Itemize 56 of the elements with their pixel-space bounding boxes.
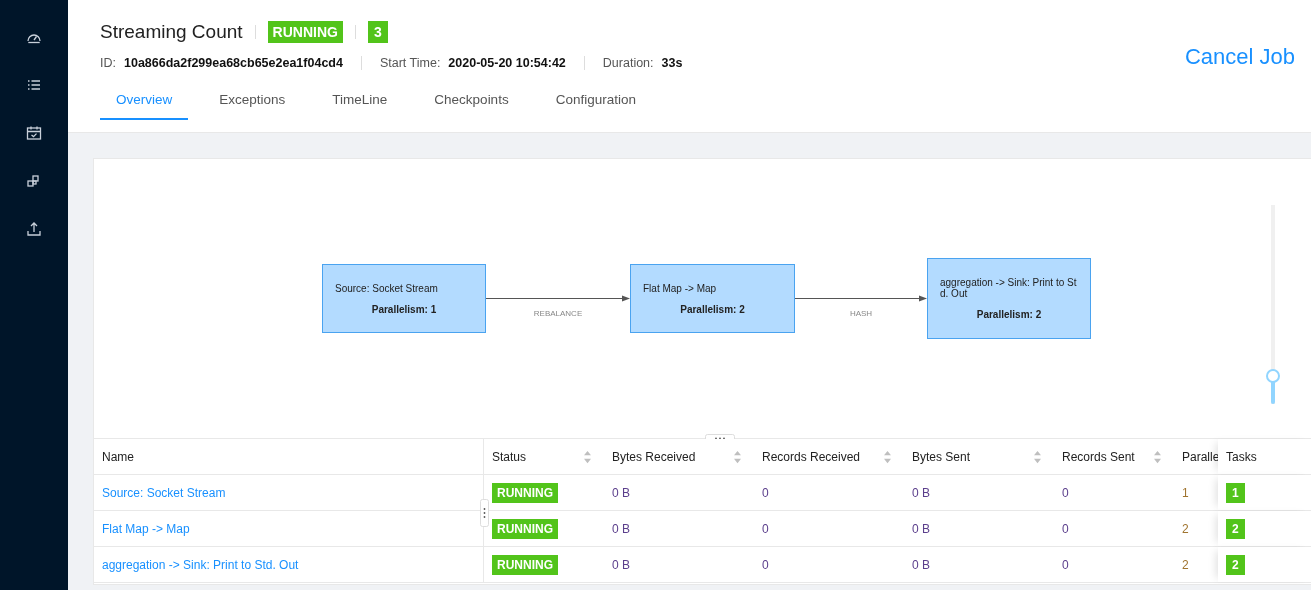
task-count-badge: 2 bbox=[1226, 554, 1245, 575]
status-badge: RUNNING bbox=[267, 21, 343, 43]
column-header[interactable]: Tasks bbox=[1218, 439, 1311, 474]
status-badge: RUNNING bbox=[492, 518, 558, 539]
job-title: Streaming Count bbox=[100, 21, 243, 43]
sort-icon[interactable] bbox=[1033, 449, 1042, 464]
sort-icon[interactable] bbox=[883, 449, 892, 464]
tab[interactable]: Exceptions bbox=[203, 92, 302, 120]
sort-icon[interactable] bbox=[583, 449, 592, 464]
duration-label: Duration: bbox=[602, 56, 654, 70]
edge-label: REBALANCE bbox=[532, 309, 584, 318]
metric-value: 0 bbox=[762, 485, 769, 500]
tab[interactable]: Configuration bbox=[539, 92, 652, 120]
metric-value: 0 B bbox=[912, 557, 930, 572]
node-name: Source: Socket Stream bbox=[335, 282, 439, 294]
blocks-icon[interactable] bbox=[26, 173, 42, 189]
task-count-badge: 1 bbox=[1226, 482, 1245, 503]
node-parallelism: Parallelism: 2 bbox=[976, 309, 1042, 320]
list-icon[interactable] bbox=[26, 77, 42, 93]
metric-value: 0 B bbox=[612, 485, 630, 500]
job-id: 10a866da2f299ea68cb65e2ea1f04cd4 bbox=[124, 56, 343, 70]
upload-icon[interactable] bbox=[26, 221, 42, 237]
operator-node[interactable]: Source: Socket Stream Parallelism: 1 bbox=[322, 264, 486, 333]
status-badge: RUNNING bbox=[492, 482, 558, 503]
node-parallelism: Parallelism: 1 bbox=[371, 303, 437, 315]
metric-value: 0 bbox=[1062, 557, 1069, 572]
node-name: aggregation -> Sink: Print to Std. Out bbox=[940, 277, 1078, 299]
calendar-icon[interactable] bbox=[26, 125, 42, 141]
sort-icon[interactable] bbox=[733, 449, 742, 464]
metric-value: 0 B bbox=[912, 485, 930, 500]
status-badge: RUNNING bbox=[492, 554, 558, 575]
edge-label: HASH bbox=[848, 309, 874, 318]
parallelism-value: 2 bbox=[1182, 557, 1189, 572]
parallelism-value: 2 bbox=[1182, 521, 1189, 536]
start-time-label: Start Time: bbox=[379, 56, 441, 70]
parallelism-value: 1 bbox=[1182, 485, 1189, 500]
sort-icon[interactable] bbox=[1153, 449, 1162, 464]
metric-value: 0 B bbox=[612, 521, 630, 536]
metric-value: 0 bbox=[1062, 521, 1069, 536]
operator-node[interactable]: Flat Map -> Map Parallelism: 2 bbox=[630, 264, 795, 333]
operator-node[interactable]: aggregation -> Sink: Print to Std. Out Parallelism: 2 bbox=[927, 258, 1091, 339]
task-count-badge: 2 bbox=[1226, 518, 1245, 539]
start-time: 2020-05-20 10:54:42 bbox=[448, 56, 566, 70]
metric-value: 0 bbox=[762, 521, 769, 536]
node-parallelism: Parallelism: 2 bbox=[680, 303, 745, 315]
metric-value: 0 bbox=[762, 557, 769, 572]
tab[interactable]: TimeLine bbox=[316, 92, 404, 120]
metric-value: 0 bbox=[1062, 485, 1069, 500]
id-label: ID: bbox=[100, 56, 116, 70]
metric-value: 0 B bbox=[612, 557, 630, 572]
duration: 33s bbox=[661, 56, 683, 70]
node-name: Flat Map -> Map bbox=[643, 282, 718, 294]
resize-handle-icon[interactable] bbox=[480, 499, 489, 527]
metric-value: 0 B bbox=[912, 521, 930, 536]
tab[interactable]: Checkpoints bbox=[418, 92, 525, 120]
task-count-badge: 3 bbox=[367, 21, 388, 43]
